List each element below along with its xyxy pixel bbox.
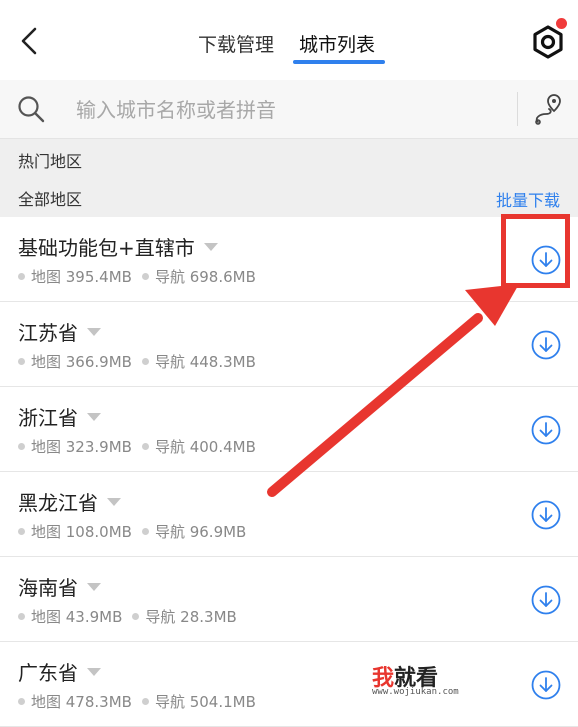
batch-download-link[interactable]: 批量下载 [496,187,560,211]
city-name-text: 基础功能包+直辖市 [18,236,195,260]
city-name[interactable]: 基础功能包+直辖市 [18,232,218,261]
city-list: 基础功能包+直辖市地图 395.4MB 导航 698.6MB 江苏省地图 366.9… [0,217,578,727]
tab-download-manager[interactable]: 下载管理 [198,30,274,57]
city-size-info: 地图 395.4MB 导航 698.6MB [18,266,256,287]
map-size: 地图 366.9MB [31,353,132,371]
bullet-icon [141,273,149,280]
download-icon[interactable] [530,584,562,616]
city-name[interactable]: 广东省 [18,657,101,686]
bullet-icon [18,358,25,365]
city-size-info: 地图 108.0MB 导航 96.9MB [18,521,246,542]
bullet-icon [141,698,149,705]
map-size: 地图 43.9MB [31,608,123,626]
bullet-icon [18,528,25,535]
nav-size: 导航 698.6MB [154,268,256,286]
download-icon[interactable] [530,669,562,701]
bullet-icon [141,528,149,535]
city-size-info: 地图 478.3MB 导航 504.1MB [18,691,256,712]
chevron-down-icon [87,412,101,421]
search-divider [517,92,518,126]
section-all-label: 全部地区 [18,190,83,209]
map-pin-route-icon[interactable] [532,92,566,126]
bullet-icon [141,443,149,450]
nav-size: 导航 28.3MB [145,608,237,626]
chevron-down-icon [87,582,101,591]
section-hot-label: 热门地区 [18,152,83,171]
city-name-text: 广东省 [18,661,78,685]
notification-dot [556,18,567,29]
top-nav-bar: 下载管理 城市列表 [0,0,578,81]
download-icon[interactable] [530,414,562,446]
city-name-text: 黑龙江省 [18,491,98,515]
city-size-info: 地图 366.9MB 导航 448.3MB [18,351,256,372]
annotation-highlight-box [501,214,570,288]
city-row: 广东省地图 478.3MB 导航 504.1MB [0,642,578,727]
city-name-text: 浙江省 [18,406,78,430]
nav-size: 导航 96.9MB [154,523,247,541]
nav-size: 导航 504.1MB [154,693,256,711]
nav-size: 导航 400.4MB [154,438,256,456]
city-name[interactable]: 海南省 [18,572,101,601]
search-bar [0,80,578,139]
map-size: 地图 108.0MB [31,523,132,541]
watermark-url: www.wojiukan.com [372,687,459,697]
hexagon-gear-icon [533,25,563,59]
city-name[interactable]: 浙江省 [18,402,101,431]
section-all-regions: 全部地区 批量下载 [0,177,578,217]
city-name[interactable]: 黑龙江省 [18,487,121,516]
settings-button[interactable] [530,24,566,60]
city-row: 海南省地图 43.9MB 导航 28.3MB [0,557,578,642]
chevron-down-icon [87,667,101,676]
map-size: 地图 395.4MB [31,268,132,286]
search-icon [18,96,45,123]
chevron-left-icon [21,27,37,55]
nav-size: 导航 448.3MB [154,353,256,371]
city-size-info: 地图 323.9MB 导航 400.4MB [18,436,256,457]
city-size-info: 地图 43.9MB 导航 28.3MB [18,606,237,627]
download-icon[interactable] [530,329,562,361]
city-row: 江苏省地图 366.9MB 导航 448.3MB [0,302,578,387]
chevron-down-icon [87,327,101,336]
city-name-text: 海南省 [18,576,78,600]
bullet-icon [18,443,25,450]
bullet-icon [18,273,25,280]
chevron-down-icon [203,242,218,251]
bullet-icon [132,613,140,620]
map-size: 地图 478.3MB [31,693,132,711]
city-row: 基础功能包+直辖市地图 395.4MB 导航 698.6MB [0,217,578,302]
city-row: 浙江省地图 323.9MB 导航 400.4MB [0,387,578,472]
map-size: 地图 323.9MB [31,438,132,456]
chevron-down-icon [107,497,121,506]
bullet-icon [18,613,25,620]
section-hot-regions: 热门地区 [0,139,578,177]
bullet-icon [141,358,149,365]
watermark-logo: 我就看 www.wojiukan.com [372,660,482,704]
tab-city-list[interactable]: 城市列表 [299,30,375,57]
city-search-input[interactable] [74,92,498,128]
city-name-text: 江苏省 [18,321,78,345]
back-button[interactable] [14,24,44,58]
download-icon[interactable] [530,499,562,531]
active-tab-indicator [293,60,385,64]
city-row: 黑龙江省地图 108.0MB 导航 96.9MB [0,472,578,557]
city-name[interactable]: 江苏省 [18,317,101,346]
bullet-icon [18,698,25,705]
